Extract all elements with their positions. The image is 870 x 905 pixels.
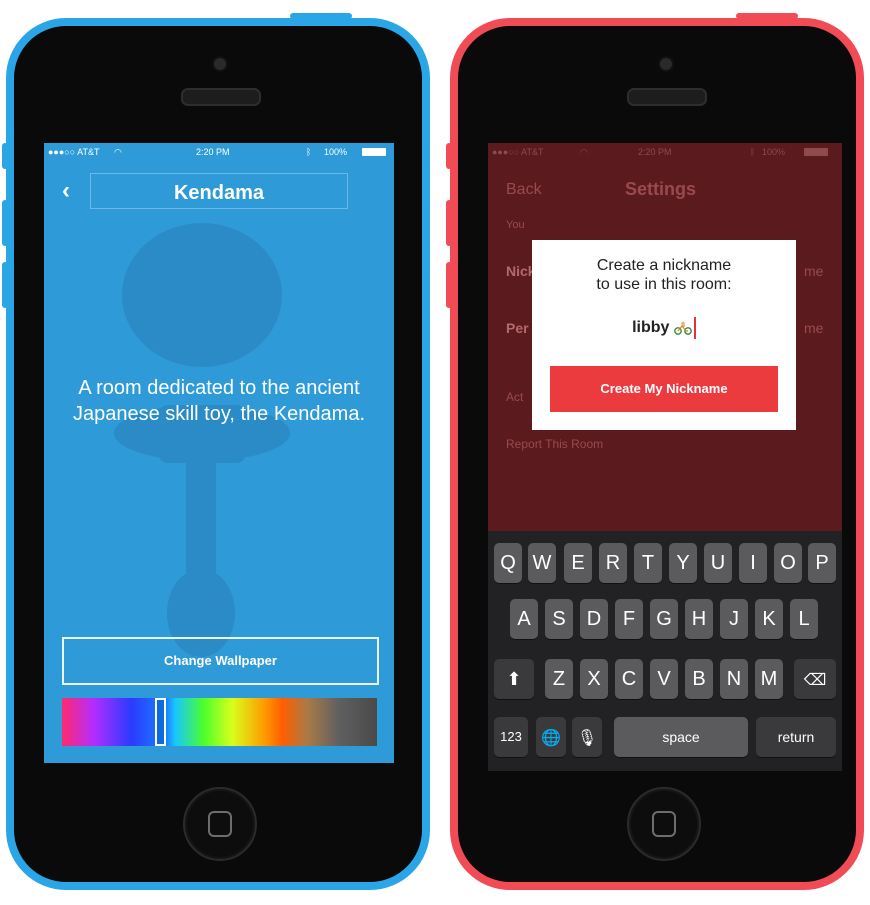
key-n[interactable]: N	[720, 659, 748, 699]
key-z[interactable]: Z	[545, 659, 573, 699]
bluetooth-icon: ᛒ	[750, 147, 756, 157]
key-m[interactable]: M	[755, 659, 783, 699]
left-phone-mute-switch	[2, 143, 8, 169]
keyboard: Q W E R T Y U I O P A S D F G H J K L ⬆ …	[488, 531, 842, 771]
nickname-input[interactable]: libby	[532, 317, 796, 339]
room-description: A room dedicated to the ancient Japanese…	[72, 377, 366, 425]
key-i[interactable]: I	[739, 543, 767, 583]
left-earpiece	[181, 88, 261, 106]
left-phone-power-button	[290, 13, 352, 19]
home-square-icon	[208, 811, 232, 837]
nav-title-box: Kendama	[90, 173, 348, 209]
key-l[interactable]: L	[790, 599, 818, 639]
left-screen: ●●●○○ AT&T ◠ 2:20 PM ᛒ 100% ‹ Kendama A …	[44, 143, 394, 763]
key-f[interactable]: F	[615, 599, 643, 639]
key-r[interactable]: R	[599, 543, 627, 583]
microphone-icon: 🎙	[576, 730, 598, 747]
left-front-camera	[212, 56, 228, 72]
persona-row-value: me	[804, 320, 824, 336]
change-wallpaper-button[interactable]: Change Wallpaper	[62, 637, 379, 685]
dialog-title-line-2: to use in this room:	[596, 276, 732, 293]
return-key[interactable]: return	[756, 717, 836, 757]
page-title: Kendama	[173, 182, 265, 204]
key-e[interactable]: E	[564, 543, 592, 583]
key-g[interactable]: G	[650, 599, 678, 639]
key-q[interactable]: Q	[494, 543, 522, 583]
right-earpiece	[627, 88, 707, 106]
key-c[interactable]: C	[615, 659, 643, 699]
space-key[interactable]: space	[614, 717, 748, 757]
clock-label: 2:20 PM	[638, 147, 672, 157]
back-chevron-icon[interactable]: ‹	[62, 177, 70, 205]
key-w[interactable]: W	[528, 543, 556, 583]
dialog-title-line-1: Create a nickname	[596, 257, 732, 274]
bicycle-icon	[673, 321, 692, 335]
create-nickname-button[interactable]: Create My Nickname	[550, 366, 778, 412]
right-front-camera	[658, 56, 674, 72]
shift-key[interactable]: ⬆	[494, 659, 534, 699]
key-b[interactable]: B	[685, 659, 713, 699]
report-room-link[interactable]: Report This Room	[506, 437, 603, 451]
left-phone-volume-up	[2, 200, 8, 246]
actions-row-label: Act	[506, 390, 524, 404]
key-o[interactable]: O	[774, 543, 802, 583]
persona-row-label: Per	[506, 320, 529, 336]
key-x[interactable]: X	[580, 659, 608, 699]
wifi-icon: ◠	[580, 147, 588, 157]
back-link[interactable]: Back	[506, 181, 542, 199]
nickname-dialog: Create a nickname to use in this room: l…	[532, 240, 796, 430]
right-phone-power-button	[736, 13, 798, 19]
right-phone-mute-switch	[446, 143, 452, 169]
dialog-title: Create a nickname to use in this room:	[532, 256, 796, 294]
key-u[interactable]: U	[704, 543, 732, 583]
key-t[interactable]: T	[634, 543, 662, 583]
key-s[interactable]: S	[545, 599, 573, 639]
key-h[interactable]: H	[685, 599, 713, 639]
key-v[interactable]: V	[650, 659, 678, 699]
shift-icon: ⬆	[506, 669, 522, 689]
key-a[interactable]: A	[510, 599, 538, 639]
status-bar: ●●●○○ AT&T ◠ 2:20 PM ᛒ 100%	[488, 143, 842, 161]
palette-slider-handle[interactable]	[155, 698, 166, 746]
globe-key[interactable]: 🌐	[536, 717, 566, 757]
delete-key[interactable]: ⌫	[794, 659, 836, 699]
battery-icon	[804, 148, 828, 156]
text-cursor	[693, 317, 696, 339]
key-k[interactable]: K	[755, 599, 783, 639]
microphone-key[interactable]: 🎙	[572, 717, 602, 757]
key-y[interactable]: Y	[669, 543, 697, 583]
key-d[interactable]: D	[580, 599, 608, 639]
you-section-label: You	[506, 219, 525, 231]
left-phone-volume-down	[2, 262, 8, 308]
home-square-icon	[652, 811, 676, 837]
delete-icon: ⌫	[803, 672, 827, 689]
nickname-input-value: libby	[632, 319, 670, 337]
color-palette-slider[interactable]	[62, 698, 377, 746]
key-p[interactable]: P	[808, 543, 836, 583]
left-home-button[interactable]	[183, 787, 257, 861]
numbers-key[interactable]: 123	[494, 717, 528, 757]
right-home-button[interactable]	[627, 787, 701, 861]
battery-label: 100%	[762, 147, 786, 157]
right-phone-volume-up	[446, 200, 452, 246]
globe-icon: 🌐	[541, 730, 561, 747]
carrier-label: ●●●○○ AT&T	[492, 147, 544, 157]
settings-title: Settings	[625, 179, 697, 199]
right-screen: ●●●○○ AT&T ◠ 2:20 PM ᛒ 100% Back Setting…	[488, 143, 842, 771]
key-j[interactable]: J	[720, 599, 748, 639]
nickname-row-value: me	[804, 263, 824, 279]
right-phone-volume-down	[446, 262, 452, 308]
